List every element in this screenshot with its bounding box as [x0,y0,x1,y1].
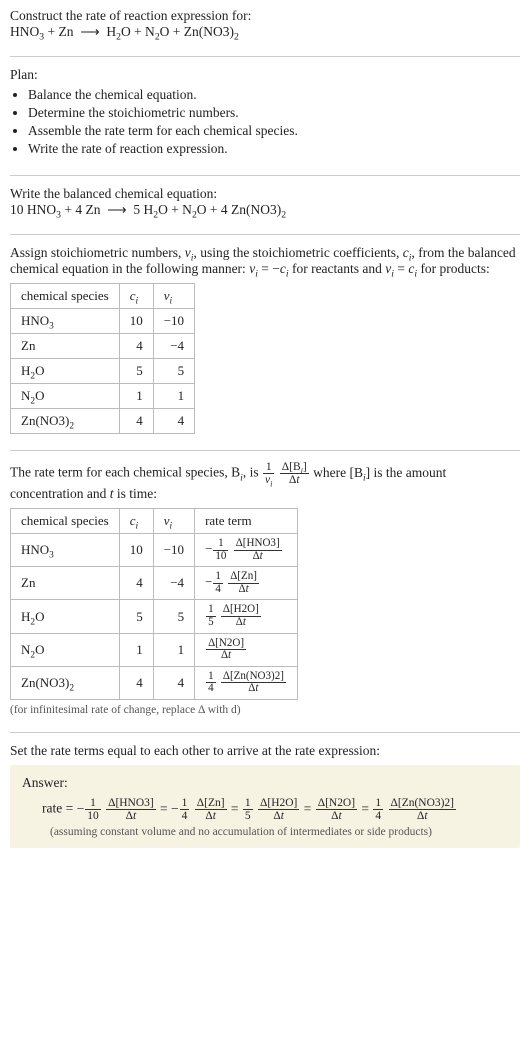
final-heading: Set the rate terms equal to each other t… [10,743,520,759]
answer-box: Answer: rate = −110 Δ[HNO3]Δt = −14 Δ[Zn… [10,765,520,848]
cell-nu: 4 [153,666,194,699]
cell-nu: −10 [153,534,194,567]
plan-item: Balance the chemical equation. [28,87,520,103]
table-row: Zn(NO3)24414 Δ[Zn(NO3)2]Δt [11,666,298,699]
cell-species: Zn [11,334,120,359]
cell-c: 5 [119,600,153,633]
cell-species: Zn(NO3)2 [11,409,120,434]
divider [10,175,520,176]
cell-rate-term: Δ[N2O]Δt [195,633,298,666]
prompt-equation: HNO3 + Zn ⟶ H2O + N2O + Zn(NO3)2 [10,24,520,40]
stoich-section: Assign stoichiometric numbers, νi, using… [10,245,520,444]
answer-label: Answer: [22,775,508,791]
stoich-table: chemical species ci νi HNO310−10 Zn4−4 H… [10,283,195,434]
prompt-title: Construct the rate of reaction expressio… [10,8,520,24]
cell-c: 10 [119,309,153,334]
cell-c: 4 [119,567,153,600]
cell-rate-term: −110 Δ[HNO3]Δt [195,534,298,567]
rate-terms-footnote: (for infinitesimal rate of change, repla… [10,704,520,716]
table-row: N2O11 [11,384,195,409]
plan-item: Write the rate of reaction expression. [28,141,520,157]
table-row: Zn4−4−14 Δ[Zn]Δt [11,567,298,600]
rate-terms-table: chemical species ci νi rate term HNO310−… [10,508,298,700]
cell-c: 4 [119,409,153,434]
col-ci: ci [119,284,153,309]
cell-c: 10 [119,534,153,567]
rate-terms-intro: The rate term for each chemical species,… [10,461,520,502]
table-row: N2O11Δ[N2O]Δt [11,633,298,666]
prompt-section: Construct the rate of reaction expressio… [10,8,520,50]
cell-species: N2O [11,633,120,666]
cell-c: 4 [119,334,153,359]
cell-nu: 5 [153,600,194,633]
cell-nu: 1 [153,384,194,409]
table-row: HNO310−10−110 Δ[HNO3]Δt [11,534,298,567]
divider [10,56,520,57]
cell-species: HNO3 [11,309,120,334]
cell-nu: −4 [153,334,194,359]
cell-c: 1 [119,633,153,666]
col-species: chemical species [11,284,120,309]
cell-rate-term: 15 Δ[H2O]Δt [195,600,298,633]
divider [10,234,520,235]
table-header-row: chemical species ci νi [11,284,195,309]
stoich-intro: Assign stoichiometric numbers, νi, using… [10,245,520,277]
cell-c: 1 [119,384,153,409]
cell-species: HNO3 [11,534,120,567]
plan-heading: Plan: [10,67,520,83]
cell-c: 4 [119,666,153,699]
frac-1-nu: 1νi [263,461,274,486]
plan-list: Balance the chemical equation. Determine… [10,87,520,157]
table-row: HNO310−10 [11,309,195,334]
balanced-equation: 10 HNO3 + 4 Zn ⟶ 5 H2O + N2O + 4 Zn(NO3)… [10,202,520,218]
col-ci: ci [119,509,153,534]
rate-expression: rate = −110 Δ[HNO3]Δt = −14 Δ[Zn]Δt = 15… [22,797,508,822]
cell-species: Zn(NO3)2 [11,666,120,699]
table-row: H2O5515 Δ[H2O]Δt [11,600,298,633]
balanced-section: Write the balanced chemical equation: 10… [10,186,520,228]
table-row: Zn(NO3)244 [11,409,195,434]
table-row: Zn4−4 [11,334,195,359]
cell-nu: 5 [153,359,194,384]
cell-species: H2O [11,600,120,633]
col-species: chemical species [11,509,120,534]
cell-species: H2O [11,359,120,384]
cell-rate-term: 14 Δ[Zn(NO3)2]Δt [195,666,298,699]
cell-rate-term: −14 Δ[Zn]Δt [195,567,298,600]
plan-item: Determine the stoichiometric numbers. [28,105,520,121]
final-section: Set the rate terms equal to each other t… [10,743,520,858]
cell-species: N2O [11,384,120,409]
cell-species: Zn [11,567,120,600]
assumption-note: (assuming constant volume and no accumul… [22,826,508,838]
cell-nu: 1 [153,633,194,666]
cell-nu: −4 [153,567,194,600]
divider [10,732,520,733]
cell-nu: −10 [153,309,194,334]
col-rate-term: rate term [195,509,298,534]
frac-dB-dt: Δ[Bi]Δt [280,461,309,486]
col-nui: νi [153,509,194,534]
table-header-row: chemical species ci νi rate term [11,509,298,534]
balanced-heading: Write the balanced chemical equation: [10,186,520,202]
table-row: H2O55 [11,359,195,384]
col-nui: νi [153,284,194,309]
plan-section: Plan: Balance the chemical equation. Det… [10,67,520,169]
divider [10,450,520,451]
cell-c: 5 [119,359,153,384]
cell-nu: 4 [153,409,194,434]
rate-eq-body: −110 Δ[HNO3]Δt = −14 Δ[Zn]Δt = 15 Δ[H2O]… [77,801,457,816]
plan-item: Assemble the rate term for each chemical… [28,123,520,139]
rate-terms-section: The rate term for each chemical species,… [10,461,520,726]
